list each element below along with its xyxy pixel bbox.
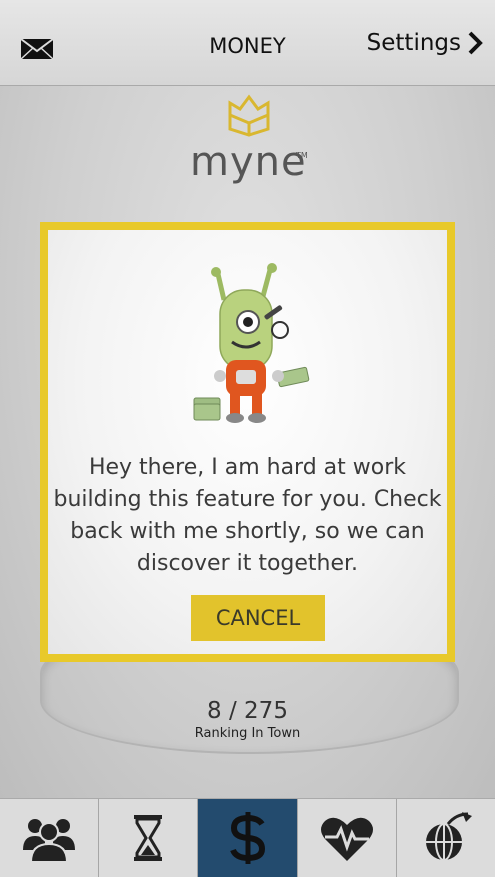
tab-money[interactable] <box>198 799 298 877</box>
ranking-value: 8 / 275 <box>207 698 288 724</box>
cancel-button[interactable]: CANCEL <box>191 595 325 641</box>
logo-wordmark: myne <box>190 139 307 185</box>
tab-travel[interactable] <box>397 799 495 877</box>
coming-soon-dialog: Hey there, I am hard at work building th… <box>40 222 455 662</box>
globe-plane-icon <box>425 812 472 861</box>
ranking-label: Ranking In Town <box>194 726 301 741</box>
alien-mascot-icon <box>193 263 310 423</box>
dialog-message: Hey there, I am hard at work building th… <box>53 455 442 576</box>
dollar-icon <box>229 812 265 864</box>
tab-hourglass[interactable] <box>99 799 199 877</box>
people-icon <box>23 819 76 862</box>
settings-button[interactable]: Settings <box>367 30 483 56</box>
app-logo: myne TM <box>190 93 310 189</box>
crown-icon <box>228 94 270 137</box>
bottom-tab-bar <box>0 798 495 877</box>
settings-label: Settings <box>366 30 461 56</box>
tab-health[interactable] <box>298 799 397 877</box>
hourglass-icon <box>134 815 163 861</box>
tab-people[interactable] <box>0 799 100 877</box>
chevron-right-icon <box>468 31 483 55</box>
heartbeat-icon <box>320 817 373 861</box>
top-bar: MONEY Settings <box>0 0 495 86</box>
logo-trademark: TM <box>296 151 308 160</box>
ranking-panel: 8 / 275 Ranking In Town <box>0 698 495 741</box>
